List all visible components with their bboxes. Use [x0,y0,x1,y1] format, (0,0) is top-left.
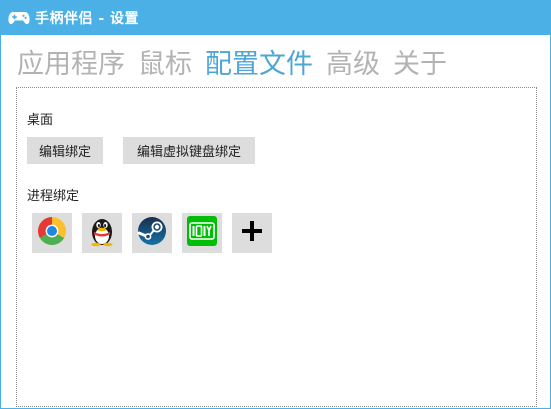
tab-advanced[interactable]: 高级 [326,45,380,85]
qq-icon [87,215,117,251]
edit-virtual-keyboard-binding-button[interactable]: 编辑虚拟键盘绑定 [123,137,255,164]
process-binding-qq[interactable] [82,213,122,253]
process-binding-chrome[interactable] [32,213,72,253]
settings-tabs: 应用程序 鼠标 配置文件 高级 关于 [17,45,460,85]
title-bar[interactable]: 手柄伴侣 - 设置 [1,1,550,35]
tab-applications[interactable]: 应用程序 [17,45,125,85]
window-title: 手柄伴侣 - 设置 [35,11,140,27]
tab-mouse[interactable]: 鼠标 [138,45,192,85]
steam-icon [137,216,167,250]
desktop-heading: 桌面 [27,113,54,128]
profiles-panel: 桌面 编辑绑定 编辑虚拟键盘绑定 进程绑定 [16,87,537,407]
process-binding-heading: 进程绑定 [27,189,80,204]
iqiyi-icon [186,215,218,251]
settings-window: 手柄伴侣 - 设置 应用程序 鼠标 配置文件 高级 关于 桌面 编辑绑定 编辑虚… [0,0,551,409]
tab-about[interactable]: 关于 [393,45,447,85]
process-binding-iqiyi[interactable] [182,213,222,253]
gamepad-icon [7,9,31,27]
plus-icon [241,220,263,246]
edit-binding-button[interactable]: 编辑绑定 [27,137,103,164]
tab-profiles[interactable]: 配置文件 [205,45,313,85]
add-process-binding-button[interactable] [232,213,272,253]
process-binding-steam[interactable] [132,213,172,253]
chrome-icon [37,216,67,250]
